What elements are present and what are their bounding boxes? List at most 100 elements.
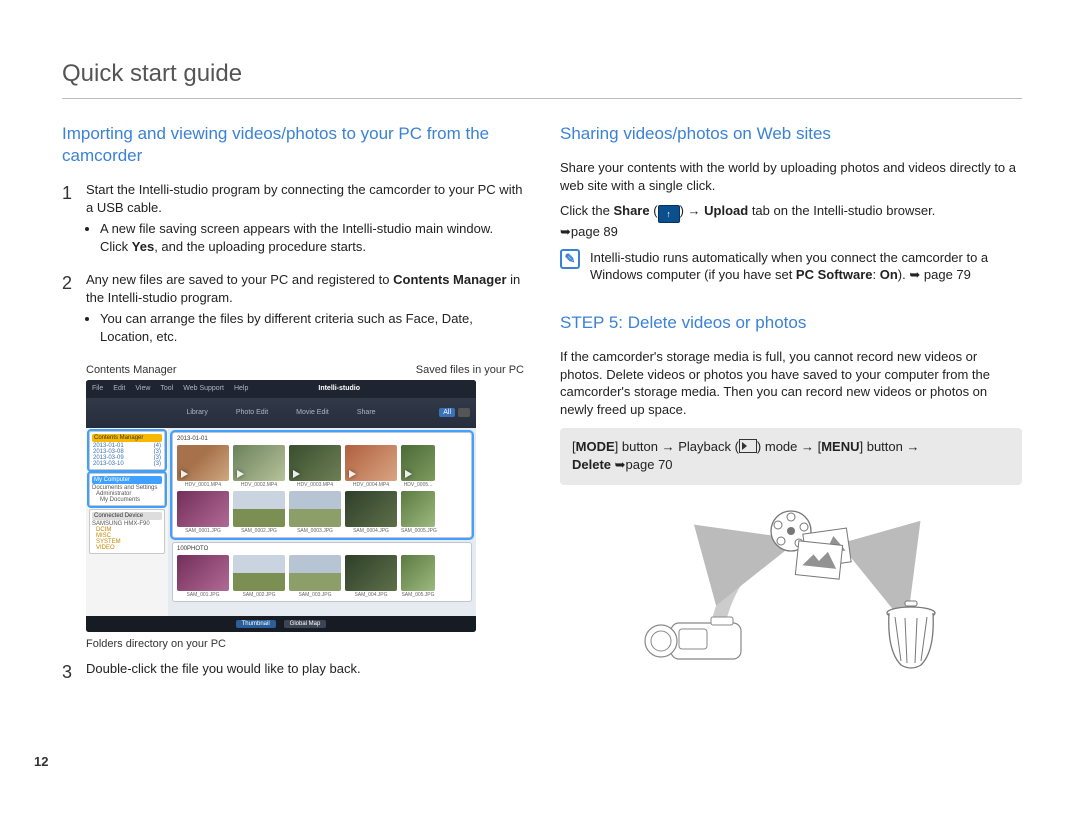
thumb-caption: SAM_0003.JPG <box>289 528 341 534</box>
trash-icon <box>887 601 935 668</box>
ss-item: My Documents <box>92 497 162 503</box>
thumb-caption: HDV_0005... <box>401 482 435 488</box>
ss-tab: Share <box>357 409 376 416</box>
ss-menu: File <box>92 385 103 392</box>
intelli-studio-screenshot: File Edit View Tool Web Support Help Int… <box>86 380 476 632</box>
photo-thumb <box>401 555 435 591</box>
ss-footer-button: Thumbnail <box>236 620 276 628</box>
ss-menu: Tool <box>160 385 173 392</box>
photo-thumb <box>233 555 285 591</box>
camcorder-icon <box>645 617 741 659</box>
note-text: Intelli-studio runs automatically when y… <box>590 249 1022 284</box>
thumb-caption: SAM_0001.JPG <box>177 528 229 534</box>
thumb-caption: SAM_003.JPG <box>289 592 341 598</box>
page-number: 12 <box>34 754 48 769</box>
photo-thumb <box>401 491 435 527</box>
thumb-caption: SAM_0004.JPG <box>345 528 397 534</box>
thumb-caption: SAM_001.JPG <box>177 592 229 598</box>
share-post: tab on the Intelli-studio browser. <box>748 203 935 218</box>
page-header: Quick start guide <box>62 60 1022 99</box>
pageref-89: ➥page 89 <box>560 224 618 239</box>
ss-title: Intelli-studio <box>318 385 360 392</box>
step2-text: Any new files are saved to your PC and r… <box>86 272 520 305</box>
note-on: On <box>880 267 898 282</box>
video-thumb <box>233 445 285 481</box>
photo-thumb <box>289 491 341 527</box>
ss-group-header: 2013-01-01 <box>177 436 467 442</box>
ss-tab: Movie Edit <box>296 409 329 416</box>
step-number: 1 <box>62 181 86 267</box>
upload-word: Upload <box>704 203 748 218</box>
share-paragraph: Share your contents with the world by up… <box>560 159 1022 194</box>
share-word: Share <box>613 203 649 218</box>
left-column: Importing and viewing videos/photos to y… <box>62 123 524 688</box>
label-saved-files: Saved files in your PC <box>416 364 524 376</box>
step1-bullet-post: , and the uploading procedure starts. <box>154 239 366 254</box>
step2-bullet: You can arrange the files by different c… <box>100 310 524 345</box>
photo-thumb <box>177 491 229 527</box>
nav-txt1: button → Playback ( <box>618 439 739 454</box>
thumb-caption: SAM_004.JPG <box>345 592 397 598</box>
step5-paragraph: If the camcorder's storage media is full… <box>560 348 1022 418</box>
ss-pill: All <box>439 408 455 417</box>
ss-tabbar: Library Photo Edit Movie Edit Share All <box>86 398 476 428</box>
note-close: ). <box>898 267 910 282</box>
note-page: page 79 <box>920 267 971 282</box>
step1-text: Start the Intelli-studio program by conn… <box>86 182 522 215</box>
ss-row-label: 2013-03-10 <box>93 461 124 467</box>
nav-mode: MODE <box>576 439 615 454</box>
ss-menu: Edit <box>113 385 125 392</box>
ss-row-count: (3) <box>154 461 161 467</box>
photo-thumb <box>289 555 341 591</box>
nav-sequence-box: [MODE] button → Playback () mode → [MENU… <box>560 428 1022 484</box>
playback-icon <box>739 439 757 453</box>
ss-pill <box>458 408 470 417</box>
thumb-caption: HDV_0002.MP4 <box>233 482 285 488</box>
ss-menu: Web Support <box>183 385 224 392</box>
nav-pageref: ➥page 70 <box>611 457 673 472</box>
nav-txt3: ] button → <box>860 439 920 454</box>
ss-tab: Photo Edit <box>236 409 268 416</box>
nav-txt2: ) mode → [ <box>757 439 821 454</box>
share-pre: Click the <box>560 203 613 218</box>
ss-panel-header: My Computer <box>92 476 162 484</box>
note-mid: : <box>873 267 880 282</box>
arrow: → <box>684 203 704 218</box>
photo-thumb <box>177 555 229 591</box>
ss-footer-button: Global Map <box>284 620 327 628</box>
step2-bold: Contents Manager <box>393 272 506 287</box>
ss-panel-header: Contents Manager <box>92 434 162 442</box>
thumb-caption: SAM_005.JPG <box>401 592 435 598</box>
video-thumb <box>289 445 341 481</box>
step1-bullet-bold: Yes <box>132 239 154 254</box>
video-thumb <box>401 445 435 481</box>
thumb-caption: SAM_0002.JPG <box>233 528 285 534</box>
video-thumb <box>177 445 229 481</box>
step2-pre: Any new files are saved to your PC and r… <box>86 272 393 287</box>
ss-item: VIDEO <box>92 545 162 551</box>
play-icon <box>181 470 188 478</box>
step3-text: Double-click the file you would like to … <box>86 660 524 684</box>
ss-menu: View <box>135 385 150 392</box>
nav-menu: MENU <box>821 439 859 454</box>
nav-delete: Delete <box>572 457 611 472</box>
left-heading: Importing and viewing videos/photos to y… <box>62 123 524 167</box>
share-icon: ↑ <box>658 205 680 223</box>
step-number: 3 <box>62 660 86 684</box>
ss-tab: Library <box>186 409 207 416</box>
share-instruction: Click the Share (↑) → Upload tab on the … <box>560 202 1022 241</box>
label-contents-manager: Contents Manager <box>86 364 177 376</box>
ss-sidebar: Contents Manager 2013-01-01(4) 2013-03-0… <box>86 428 168 616</box>
ss-group-header: 100PHOTO <box>177 546 467 552</box>
photo-thumb <box>345 491 397 527</box>
thumb-caption: HDV_0001.MP4 <box>177 482 229 488</box>
right-column: Sharing videos/photos on Web sites Share… <box>560 123 1022 688</box>
play-icon <box>293 470 300 478</box>
thumb-caption: HDV_0003.MP4 <box>289 482 341 488</box>
note-icon: ✎ <box>560 249 580 269</box>
heading-sharing: Sharing videos/photos on Web sites <box>560 123 1022 145</box>
play-icon <box>405 470 412 478</box>
delete-diagram <box>621 503 961 683</box>
heading-step5: STEP 5: Delete videos or photos <box>560 312 1022 334</box>
ss-menubar: File Edit View Tool Web Support Help Int… <box>86 380 476 398</box>
